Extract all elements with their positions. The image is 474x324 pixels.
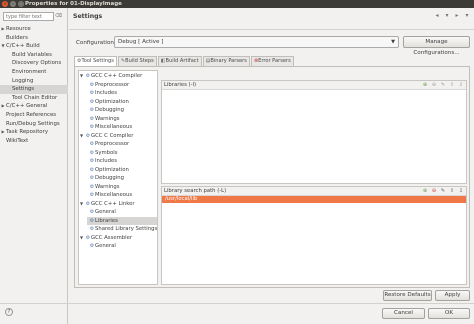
tool-node-gcc-cpp-linker[interactable]: ▼ ⚙GCC C++ Linker: [80, 200, 135, 208]
filter-input[interactable]: [3, 12, 54, 21]
dropdown-icon[interactable]: ▾: [443, 12, 451, 20]
edit-icon[interactable]: ✎: [440, 187, 446, 196]
tool-node-includes[interactable]: ⚙Includes: [89, 89, 117, 97]
page-title: Settings: [73, 13, 103, 20]
tool-node-miscellaneous[interactable]: ⚙Miscellaneous: [89, 191, 132, 199]
window-controls: ✕ – □: [2, 1, 24, 7]
close-icon[interactable]: ✕: [2, 1, 8, 7]
maximize-icon[interactable]: □: [18, 1, 24, 7]
clear-filter-icon[interactable]: ⌫: [55, 13, 62, 20]
configuration-label: Configuration:: [76, 40, 116, 46]
window-titlebar: ✕ – □ Properties for 01-DisplayImage: [0, 0, 474, 8]
apply-button[interactable]: Apply: [435, 290, 470, 301]
sidebar-item-run-debug-settings[interactable]: Run/Debug Settings: [0, 120, 68, 129]
libraries-toolbar: ⊕ ⊖ ✎ ⇧ ⇩: [422, 81, 464, 90]
manage-configurations-button[interactable]: Manage Configurations...: [403, 36, 470, 56]
forward-arrow-icon[interactable]: ▸: [453, 12, 461, 20]
add-icon[interactable]: ⊕: [422, 187, 428, 196]
footer-divider: [0, 303, 474, 304]
tool-node-gcc-c-compiler[interactable]: ▼ ⚙GCC C Compiler: [80, 132, 133, 140]
tool-node-general[interactable]: ⚙General: [89, 242, 116, 250]
sidebar-item-task-repository[interactable]: ▶Task Repository: [0, 128, 68, 137]
window-title: Properties for 01-DisplayImage: [25, 1, 122, 7]
sidebar-item-settings[interactable]: Settings: [0, 85, 68, 94]
tool-node-symbols[interactable]: ⚙Symbols: [89, 149, 118, 157]
sidebar-item-cpp-build[interactable]: ▼C/C++ Build: [0, 42, 68, 51]
tool-node-preprocessor[interactable]: ⚙Preprocessor: [89, 140, 129, 148]
menu-icon[interactable]: ▾: [463, 12, 471, 20]
header-nav: ◂ ▾ ▸ ▾: [433, 12, 471, 20]
sidebar-item-wikitext[interactable]: WikiText: [0, 137, 68, 146]
tab-build-steps[interactable]: ✎Build Steps: [117, 56, 157, 66]
tool-node-warnings[interactable]: ⚙Warnings: [89, 115, 120, 123]
library-path-panel-title: Library search path (-L): [164, 188, 227, 194]
tool-node-miscellaneous[interactable]: ⚙Miscellaneous: [89, 123, 132, 131]
back-arrow-icon[interactable]: ◂: [433, 12, 441, 20]
move-down-icon[interactable]: ⇩: [458, 81, 464, 90]
tab-binary-parsers[interactable]: ▤Binary Parsers: [202, 56, 250, 66]
tab-build-artifact[interactable]: ◧Build Artifact: [157, 56, 202, 66]
tool-node-debugging[interactable]: ⚙Debugging: [89, 106, 124, 114]
libraries-panel-header: Libraries (-l) ⊕ ⊖ ✎ ⇧ ⇩: [162, 81, 466, 90]
sidebar-item-logging[interactable]: Logging: [0, 77, 68, 86]
header-divider: [69, 29, 474, 30]
settings-tabs: ⚙Tool Settings ✎Build Steps ◧Build Artif…: [74, 56, 295, 66]
sidebar-item-discovery-options[interactable]: Discovery Options: [0, 59, 68, 68]
tool-node-debugging[interactable]: ⚙Debugging: [89, 174, 124, 182]
chevron-down-icon: ▼: [391, 39, 395, 45]
cancel-button[interactable]: Cancel: [382, 308, 425, 319]
restore-defaults-button[interactable]: Restore Defaults: [383, 290, 432, 301]
edit-icon[interactable]: ✎: [440, 81, 446, 90]
delete-icon[interactable]: ⊖: [431, 81, 437, 90]
move-down-icon[interactable]: ⇩: [458, 187, 464, 196]
add-icon[interactable]: ⊕: [422, 81, 428, 90]
tool-node-optimization[interactable]: ⚙Optimization: [89, 98, 129, 106]
libraries-panel: Libraries (-l) ⊕ ⊖ ✎ ⇧ ⇩: [161, 80, 467, 184]
sidebar-item-builders[interactable]: Builders: [0, 34, 68, 43]
sidebar-tree: ▶Resource Builders ▼C/C++ Build Build Va…: [0, 25, 68, 145]
sidebar-item-environment[interactable]: Environment: [0, 68, 68, 77]
tool-node-includes[interactable]: ⚙Includes: [89, 157, 117, 165]
tool-node-libraries[interactable]: ⚙Libraries: [87, 216, 157, 225]
configuration-select[interactable]: Debug [ Active ] ▼: [114, 36, 399, 48]
tool-tree: ▼ ⚙GCC C++ Compiler ⚙Preprocessor ⚙Includ…: [78, 70, 158, 285]
tool-node-general[interactable]: ⚙General: [89, 208, 116, 216]
libraries-panel-title: Libraries (-l): [164, 82, 197, 88]
library-path-toolbar: ⊕ ⊖ ✎ ⇧ ⇩: [422, 187, 464, 196]
sidebar-item-cpp-general[interactable]: ▶C/C++ General: [0, 102, 68, 111]
tool-node-optimization[interactable]: ⚙Optimization: [89, 166, 129, 174]
tool-node-gcc-cpp-compiler[interactable]: ▼ ⚙GCC C++ Compiler: [80, 72, 142, 80]
delete-icon[interactable]: ⊖: [431, 187, 437, 196]
sidebar-item-tool-chain-editor[interactable]: Tool Chain Editor: [0, 94, 68, 103]
tool-node-gcc-assembler[interactable]: ▼ ⚙GCC Assembler: [80, 234, 132, 242]
sidebar: ⌫ ▶Resource Builders ▼C/C++ Build Build …: [0, 8, 68, 324]
sidebar-item-resource[interactable]: ▶Resource: [0, 25, 68, 34]
list-item[interactable]: /usr/local/lib: [162, 196, 466, 203]
ok-button[interactable]: OK: [428, 308, 470, 319]
move-up-icon[interactable]: ⇧: [449, 187, 455, 196]
sidebar-item-build-variables[interactable]: Build Variables: [0, 51, 68, 60]
tool-settings-panel: ▼ ⚙GCC C++ Compiler ⚙Preprocessor ⚙Includ…: [74, 66, 470, 288]
tool-node-warnings[interactable]: ⚙Warnings: [89, 183, 120, 191]
minimize-icon[interactable]: –: [10, 1, 16, 7]
tool-node-preprocessor[interactable]: ⚙Preprocessor: [89, 81, 129, 89]
help-icon[interactable]: ?: [5, 308, 13, 316]
tab-error-parsers[interactable]: ⊗Error Parsers: [250, 56, 294, 66]
library-search-path-panel: Library search path (-L) ⊕ ⊖ ✎ ⇧ ⇩ /usr/…: [161, 186, 467, 285]
main-panel: Settings ◂ ▾ ▸ ▾ Configuration: Debug [ …: [69, 8, 474, 324]
configuration-value: Debug [ Active ]: [118, 39, 164, 45]
move-up-icon[interactable]: ⇧: [449, 81, 455, 90]
library-path-panel-header: Library search path (-L) ⊕ ⊖ ✎ ⇧ ⇩: [162, 187, 466, 196]
sidebar-item-project-references[interactable]: Project References: [0, 111, 68, 120]
tab-tool-settings[interactable]: ⚙Tool Settings: [74, 56, 117, 66]
tool-node-shared-library-settings[interactable]: ⚙Shared Library Settings: [89, 225, 158, 233]
